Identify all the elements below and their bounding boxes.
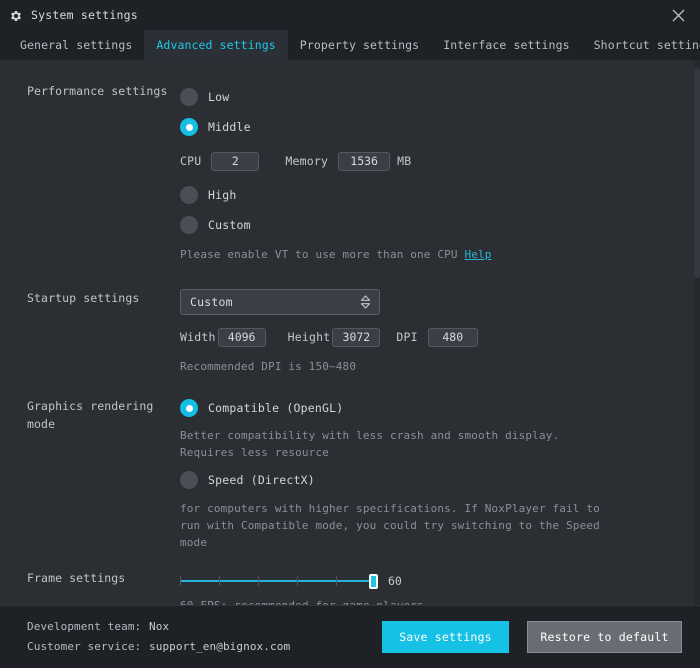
graphics-settings-body: Compatible (OpenGL) Better compatibility… (180, 397, 700, 551)
radio-speed-label: Speed (DirectX) (208, 473, 315, 487)
support-line: Customer service: support_en@bignox.com (27, 637, 290, 657)
support-value: support_en@bignox.com (149, 640, 291, 653)
footer-bar: Development team: Nox Customer service: … (0, 605, 700, 668)
cpu-input[interactable] (211, 151, 260, 171)
fps-slider-tick (297, 576, 298, 586)
speed-note: for computers with higher specifications… (180, 502, 600, 549)
performance-option-custom[interactable]: Custom (180, 210, 680, 240)
radio-custom-label: Custom (208, 218, 251, 232)
graphics-option-compatible[interactable]: Compatible (OpenGL) (180, 397, 680, 419)
chevron-updown-icon (360, 294, 371, 310)
fps-slider-tick (180, 576, 181, 586)
resolution-select-value: Custom (190, 295, 233, 309)
resolution-fields-row: Width Height DPI (180, 322, 680, 352)
height-input[interactable] (332, 327, 381, 347)
fps-slider-tick (336, 576, 337, 586)
fps-value: 60 (388, 574, 402, 588)
save-settings-button[interactable]: Save settings (382, 621, 509, 653)
dev-team-label: Development team: (27, 620, 142, 633)
graphics-option-speed[interactable]: Speed (DirectX) (180, 469, 680, 491)
scrollbar-thumb[interactable] (694, 68, 700, 278)
performance-option-middle[interactable]: Middle (180, 112, 680, 142)
vt-note: Please enable VT to use more than one CP… (180, 246, 680, 263)
footer-info: Development team: Nox Customer service: … (0, 617, 290, 657)
system-settings-window: System settings General settings Advance… (0, 0, 700, 668)
memory-input[interactable] (338, 151, 391, 171)
close-button[interactable] (656, 0, 700, 30)
help-link[interactable]: Help (464, 248, 491, 261)
performance-option-high[interactable]: High (180, 180, 680, 210)
scrollbar-track[interactable] (694, 60, 700, 605)
tab-shortcut-settings[interactable]: Shortcut settings (582, 30, 700, 60)
resolution-select[interactable]: Custom (180, 289, 380, 315)
radio-compatible-label: Compatible (OpenGL) (208, 401, 344, 415)
tab-property-settings[interactable]: Property settings (288, 30, 431, 60)
performance-option-low[interactable]: Low (180, 82, 680, 112)
support-label: Customer service: (27, 640, 142, 653)
graphics-settings-row: Graphics rendering mode Compatible (Open… (0, 397, 700, 551)
compatible-note: Better compatibility with less crash and… (180, 429, 560, 459)
startup-settings-body: Custom Width Height DPI (180, 289, 700, 375)
memory-label: Memory (285, 154, 329, 168)
dpi-input[interactable] (427, 327, 478, 347)
startup-settings-row: Startup settings Custom Width 4096 Heigh… (0, 289, 700, 375)
settings-content: Performance settings Low Middle CPU Memo… (0, 60, 700, 605)
frame-settings-label: Frame settings (27, 571, 126, 585)
restore-default-button[interactable]: Restore to default (527, 621, 682, 653)
memory-unit-label: MB (397, 154, 412, 168)
width-label: Width (180, 330, 216, 344)
window-title: System settings (31, 8, 138, 22)
title-bar: System settings (0, 0, 700, 30)
width-input[interactable] (217, 327, 266, 347)
close-icon (672, 9, 685, 22)
dpi-label: DPI (396, 330, 418, 344)
radio-speed[interactable] (180, 471, 198, 489)
fps-slider-fill (180, 580, 374, 582)
radio-custom[interactable] (180, 216, 198, 234)
fps-slider-tick (219, 576, 220, 586)
fps-slider-row: 60 (180, 569, 680, 593)
tab-bar: General settings Advanced settings Prope… (0, 30, 700, 60)
radio-middle[interactable] (180, 118, 198, 136)
cpu-label: CPU (180, 154, 202, 168)
frame-settings-row: Frame settings 60 (0, 569, 700, 605)
performance-settings-label: Performance settings (27, 84, 168, 98)
tab-advanced-settings[interactable]: Advanced settings (144, 30, 288, 60)
radio-high-label: High (208, 188, 237, 202)
frame-settings-body: 60 60 FPS: recommended for game players … (180, 569, 700, 605)
fps-slider[interactable] (180, 573, 378, 589)
fps-slider-thumb[interactable] (369, 574, 378, 589)
startup-settings-label: Startup settings (27, 291, 140, 305)
vt-note-text: Please enable VT to use more than one CP… (180, 248, 458, 261)
radio-low-label: Low (208, 90, 230, 104)
graphics-settings-label: Graphics rendering mode (27, 399, 154, 431)
performance-settings-row: Performance settings Low Middle CPU Memo… (0, 82, 700, 263)
tab-interface-settings[interactable]: Interface settings (431, 30, 581, 60)
radio-high[interactable] (180, 186, 198, 204)
cpu-memory-row: CPU Memory MB (180, 146, 680, 176)
radio-middle-label: Middle (208, 120, 251, 134)
performance-settings-body: Low Middle CPU Memory MB (180, 82, 700, 263)
dpi-note: Recommended DPI is 150~480 (180, 360, 357, 373)
radio-low[interactable] (180, 88, 198, 106)
dev-team-value: Nox (149, 620, 170, 633)
tab-general-settings[interactable]: General settings (8, 30, 144, 60)
dev-team-line: Development team: Nox (27, 617, 290, 637)
footer-buttons: Save settings Restore to default (382, 621, 682, 653)
height-label: Height (287, 330, 331, 344)
fps-slider-tick (258, 576, 259, 586)
fps-note-line1: 60 FPS: recommended for game players (180, 597, 680, 605)
gear-icon (9, 8, 23, 22)
radio-compatible[interactable] (180, 399, 198, 417)
